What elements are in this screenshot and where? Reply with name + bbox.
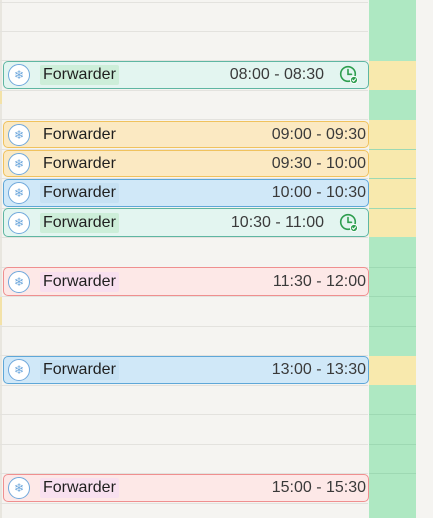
snowflake-icon: ❄ bbox=[8, 270, 30, 293]
calendar-event[interactable]: ❄ Forwarder 10:30 - 11:00 bbox=[3, 208, 369, 237]
event-time: 08:00 - 08:30 bbox=[229, 66, 324, 83]
grid-line bbox=[0, 296, 368, 297]
event-time: 09:30 - 10:00 bbox=[271, 154, 366, 172]
grid-line bbox=[0, 2, 368, 3]
event-time: 13:00 - 13:30 bbox=[271, 361, 366, 378]
snowflake-icon: ❄ bbox=[8, 211, 30, 234]
grid-line bbox=[369, 414, 416, 415]
grid-line bbox=[369, 473, 416, 474]
right-gutter bbox=[416, 0, 433, 518]
snowflake-icon: ❄ bbox=[8, 359, 30, 381]
snowflake-icon: ❄ bbox=[8, 123, 30, 146]
grid-line bbox=[369, 326, 416, 327]
grid-line bbox=[0, 119, 368, 120]
event-time: 11:30 - 12:00 bbox=[272, 272, 366, 290]
event-title: Forwarder bbox=[40, 183, 119, 203]
event-title: Forwarder bbox=[40, 271, 119, 292]
snowflake-icon: ❄ bbox=[8, 152, 30, 175]
grid-line bbox=[0, 444, 368, 445]
grid-line bbox=[369, 296, 416, 297]
grid-line bbox=[0, 90, 368, 91]
snowflake-icon: ❄ bbox=[8, 182, 30, 204]
event-title: Forwarder bbox=[40, 153, 119, 174]
left-edge bbox=[0, 0, 2, 518]
event-title: Forwarder bbox=[40, 212, 119, 233]
calendar-event[interactable]: ❄ Forwarder 10:00 - 10:30 bbox=[3, 179, 369, 207]
grid-line bbox=[369, 267, 416, 268]
grid-line bbox=[0, 414, 368, 415]
booked-slot bbox=[369, 356, 416, 385]
event-title: Forwarder bbox=[40, 478, 119, 498]
grid-line bbox=[0, 237, 368, 238]
event-time: 10:00 - 10:30 bbox=[271, 184, 366, 201]
event-time: 09:00 - 09:30 bbox=[271, 125, 366, 143]
snowflake-icon: ❄ bbox=[8, 64, 30, 86]
calendar-event[interactable]: ❄ Forwarder 08:00 - 08:30 bbox=[3, 61, 369, 89]
event-time: 15:00 - 15:30 bbox=[271, 479, 366, 496]
grid-line bbox=[369, 178, 416, 179]
grid-line bbox=[0, 503, 368, 504]
event-title: Forwarder bbox=[40, 360, 119, 380]
event-title: Forwarder bbox=[40, 65, 119, 85]
left-edge-marker bbox=[0, 297, 2, 325]
grid-line bbox=[0, 385, 368, 386]
calendar-event[interactable]: ❄ Forwarder 09:30 - 10:00 bbox=[3, 150, 369, 177]
grid-line bbox=[0, 31, 368, 32]
left-edge-marker bbox=[0, 90, 2, 104]
grid-line bbox=[369, 149, 416, 150]
clock-check-icon bbox=[339, 65, 359, 85]
event-time: 10:30 - 11:00 bbox=[230, 213, 324, 231]
grid-line bbox=[369, 444, 416, 445]
clock-check-icon bbox=[339, 213, 359, 232]
calendar-event[interactable]: ❄ Forwarder 13:00 - 13:30 bbox=[3, 356, 369, 384]
calendar-event[interactable]: ❄ Forwarder 09:00 - 09:30 bbox=[3, 121, 369, 148]
booked-slot bbox=[369, 61, 416, 90]
grid-line bbox=[0, 326, 368, 327]
calendar-event[interactable]: ❄ Forwarder 15:00 - 15:30 bbox=[3, 474, 369, 502]
calendar-event[interactable]: ❄ Forwarder 11:30 - 12:00 bbox=[3, 267, 369, 296]
grid-line bbox=[369, 208, 416, 209]
snowflake-icon: ❄ bbox=[8, 477, 30, 499]
event-title: Forwarder bbox=[40, 124, 119, 145]
